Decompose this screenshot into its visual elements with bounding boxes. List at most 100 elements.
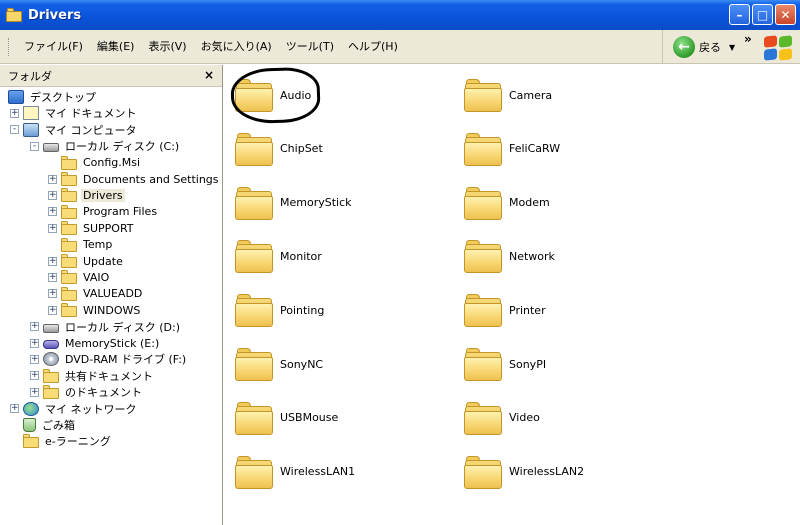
folder-item[interactable]: Printer [463, 290, 546, 330]
folder-item[interactable]: WirelessLAN2 [463, 452, 584, 492]
tree-item[interactable]: + ローカル ディスク (D:) [30, 319, 182, 335]
folder-item[interactable]: SonyPI [463, 344, 546, 384]
menu-file[interactable]: ファイル(F) [17, 39, 90, 55]
dvd-drive-icon [43, 352, 59, 367]
tree-item[interactable]: + MemoryStick (E:) [30, 335, 161, 351]
expand-toggle[interactable]: + [30, 354, 39, 364]
file-list: Audio Camera ChipSet FeliCaRW MemoryStick Mod… [224, 65, 800, 525]
maximize-icon: □ [756, 7, 769, 22]
maximize-button[interactable]: □ [752, 4, 773, 25]
tree-item[interactable]: + Drivers [48, 187, 125, 203]
expand-toggle[interactable]: + [48, 207, 57, 217]
tree-item[interactable]: + SUPPORT [48, 220, 136, 236]
hard-drive-icon [43, 323, 59, 333]
title-bar[interactable]: Drivers – □ ✕ [0, 0, 800, 30]
folder-item[interactable]: Monitor [234, 236, 322, 276]
expand-toggle[interactable]: + [48, 272, 57, 282]
folder-pane-close-button[interactable]: × [204, 68, 214, 82]
expand-toggle[interactable]: + [48, 289, 57, 299]
tree-item[interactable]: + DVD-RAM ドライブ (F:) [30, 351, 188, 367]
tree-item[interactable]: - ローカル ディスク (C:) [30, 138, 181, 154]
tree-item[interactable]: + Program Files [48, 204, 159, 220]
folder-item[interactable]: SonyNC [234, 344, 323, 384]
menu-help[interactable]: ヘルプ(H) [341, 39, 405, 55]
folder-name: MemoryStick [280, 196, 352, 210]
window-title: Drivers [28, 7, 82, 23]
back-button[interactable]: ← 戻る ▼ [662, 30, 735, 64]
folder-name: SonyPI [509, 357, 547, 371]
tree-item[interactable]: + Documents and Settings [48, 171, 221, 187]
tree-item-label: Documents and Settings [83, 172, 219, 186]
expand-toggle[interactable]: + [10, 108, 19, 118]
tree-item-label: VALUEADD [83, 287, 143, 301]
expand-toggle[interactable]: + [48, 223, 57, 233]
folder-icon [61, 155, 77, 170]
tree-item-label: マイ ネットワーク [45, 402, 137, 416]
tree-item[interactable]: + WINDOWS [48, 302, 142, 318]
toolbar-overflow-button[interactable]: » [744, 32, 752, 46]
tree-item[interactable]: - マイ コンピュータ [10, 122, 139, 138]
tree-item[interactable]: + のドキュメント [30, 384, 144, 400]
toolbar-grip[interactable] [8, 37, 11, 56]
folder-item[interactable]: Video [463, 398, 540, 438]
tree-item-label: Program Files [83, 205, 158, 219]
expand-toggle [10, 421, 19, 430]
expand-toggle[interactable]: + [30, 338, 39, 348]
folder-item[interactable]: Camera [463, 75, 552, 115]
tree-item[interactable]: + Update [48, 253, 125, 269]
tree-item-label: Update [83, 254, 123, 268]
folder-item[interactable]: Modem [463, 183, 550, 223]
tree-item[interactable]: デスクトップ [8, 89, 98, 105]
chevron-down-icon[interactable]: ▼ [729, 43, 735, 52]
expand-toggle[interactable]: + [30, 371, 39, 381]
tree-item[interactable]: + 共有ドキュメント [30, 368, 155, 384]
tree-item[interactable]: + マイ ネットワーク [10, 401, 139, 417]
menu-tools[interactable]: ツール(T) [279, 39, 341, 55]
network-icon [23, 401, 39, 416]
folder-item[interactable]: ChipSet [234, 129, 323, 169]
collapse-toggle[interactable]: - [30, 141, 39, 151]
minimize-button[interactable]: – [729, 4, 750, 25]
tree-item[interactable]: e-ラーニング [10, 433, 113, 449]
expand-toggle[interactable]: + [30, 387, 39, 397]
tree-item[interactable]: Temp [48, 237, 114, 253]
folder-item[interactable]: WirelessLAN1 [234, 452, 355, 492]
menu-edit[interactable]: 編集(E) [90, 39, 142, 55]
expand-toggle[interactable]: + [48, 256, 57, 266]
tree-item[interactable]: + VAIO [48, 269, 111, 285]
desktop-icon [8, 90, 24, 104]
expand-toggle[interactable]: + [48, 305, 57, 315]
folder-item[interactable]: FeliCaRW [463, 129, 560, 169]
expand-toggle[interactable]: + [48, 174, 57, 184]
folder-item[interactable]: Audio [234, 75, 311, 115]
back-label: 戻る [699, 41, 721, 54]
close-button[interactable]: ✕ [775, 4, 796, 25]
folder-name: WirelessLAN2 [509, 465, 585, 479]
folder-item[interactable]: Network [463, 236, 555, 276]
tree-item-label: デスクトップ [30, 91, 96, 104]
tree-item[interactable]: + マイ ドキュメント [10, 105, 139, 121]
folder-icon [234, 77, 274, 113]
folder-item[interactable]: MemoryStick [234, 183, 352, 223]
folder-pane-title: フォルダ [8, 69, 52, 83]
expand-toggle [48, 158, 57, 167]
menu-favorites[interactable]: お気に入り(A) [194, 39, 279, 55]
folder-icon [61, 188, 77, 203]
folder-icon [61, 172, 77, 186]
expand-toggle[interactable]: + [10, 404, 19, 414]
my-computer-icon [23, 122, 39, 137]
folder-item[interactable]: Pointing [234, 290, 324, 330]
tree-item-label: VAIO [83, 270, 110, 284]
folder-icon [61, 204, 77, 219]
tree-item[interactable]: Config.Msi [48, 155, 142, 171]
folder-name: USBMouse [280, 411, 339, 425]
folder-item[interactable]: USBMouse [234, 398, 338, 438]
tree-item-label: マイ コンピュータ [45, 123, 137, 137]
menu-view[interactable]: 表示(V) [141, 39, 193, 55]
tree-item[interactable]: ごみ箱 [10, 417, 77, 433]
expand-toggle[interactable]: + [48, 190, 57, 200]
expand-toggle[interactable]: + [30, 322, 39, 332]
tree-item[interactable]: + VALUEADD [48, 286, 144, 302]
collapse-toggle[interactable]: - [10, 125, 19, 135]
folder-name: Printer [509, 303, 546, 317]
